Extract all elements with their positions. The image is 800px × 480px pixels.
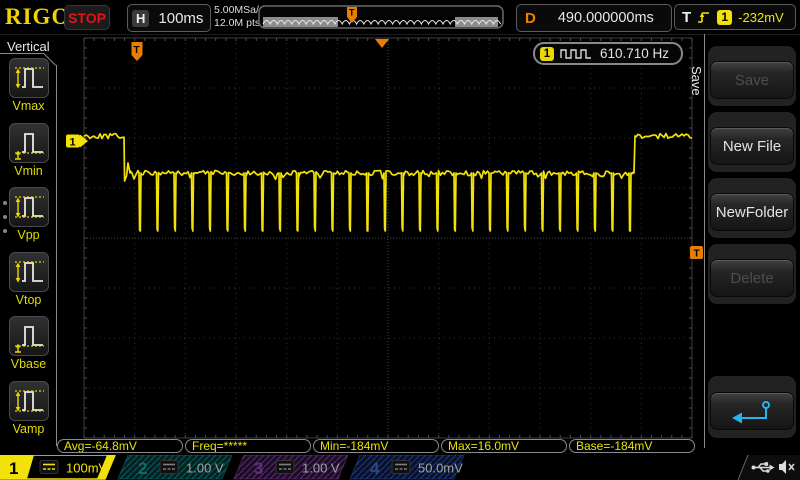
svg-text:1: 1: [70, 137, 76, 149]
measure-button-vpp[interactable]: [9, 187, 49, 227]
vbase-icon: [11, 318, 47, 354]
delete-button: Delete: [710, 259, 794, 297]
trigger-source-badge: 1: [717, 10, 732, 25]
vpp-icon: [11, 189, 47, 225]
menu-item-label: Vmax: [0, 99, 57, 113]
measurement-readout-3: Max=16.0mV: [441, 439, 567, 453]
horizontal-label: H: [132, 10, 149, 27]
delay-label: D: [525, 10, 536, 27]
new-file-button[interactable]: New File: [710, 127, 794, 165]
channel-number: 3: [254, 459, 263, 478]
freq-counter-source-badge: 1: [540, 47, 554, 61]
measurement-readout-2: Min=-184mV: [313, 439, 439, 453]
vtop-icon: [11, 254, 47, 290]
vmax-icon: [11, 60, 47, 96]
left-menu-item-vtop[interactable]: Vtop: [0, 252, 57, 307]
channel-scale: 1.00 V: [186, 461, 224, 476]
svg-text:T: T: [134, 45, 140, 56]
vmin-icon: [11, 125, 47, 161]
left-menu-item-vbase[interactable]: Vbase: [0, 316, 57, 371]
channel-status-bar: 1 100mV 2 1.00 V 3 1.00 V 4 50.0mV: [0, 455, 800, 480]
channel-number: 2: [138, 459, 147, 478]
freq-counter-value: 610.710 Hz: [600, 46, 669, 61]
channel-scale: 1.00 V: [302, 461, 340, 476]
memory-position-graphic: T: [258, 5, 504, 30]
return-arrow-icon: [728, 398, 776, 426]
delay-box[interactable]: D 490.000000ms: [516, 4, 672, 32]
memory-depth: 12.0M pts: [214, 17, 264, 30]
measurement-readout-1: Freq=*****: [185, 439, 311, 453]
left-menu-item-vpp[interactable]: Vpp: [0, 187, 57, 242]
channel-2-status[interactable]: 2 1.00 V: [118, 455, 232, 479]
trigger-box[interactable]: T 1 -232mV: [674, 4, 796, 30]
menu-item-label: Vamp: [0, 422, 57, 436]
right-menu-divider: [704, 34, 705, 448]
acquisition-info: 5.00MSa/s 12.0M pts: [214, 4, 264, 30]
channel-scale: 50.0mV: [418, 461, 463, 476]
trigger-position-triangle-icon[interactable]: [375, 39, 389, 48]
left-menu-item-vmin[interactable]: Vmin: [0, 123, 57, 178]
right-menu-tab: Save: [689, 66, 704, 96]
waveform-display: 1 T T: [0, 0, 800, 480]
left-menu-item-vamp[interactable]: Vamp: [0, 381, 57, 436]
measure-button-vamp[interactable]: [9, 381, 49, 421]
coupling-icon: [276, 461, 294, 474]
frequency-counter: 1 610.710 Hz: [533, 42, 683, 65]
measure-button-vbase[interactable]: [9, 316, 49, 356]
trigger-level-marker[interactable]: T: [690, 246, 703, 260]
channel-number: 4: [370, 459, 380, 478]
trigger-level-value: -232mV: [738, 10, 784, 25]
measurement-readouts: Avg=-64.8mVFreq=*****Min=-184mVMax=16.0m…: [57, 439, 695, 453]
square-wave-icon: [560, 48, 594, 60]
measure-button-vmin[interactable]: [9, 123, 49, 163]
measure-button-vmax[interactable]: [9, 58, 49, 98]
measurement-readout-4: Base=-184mV: [569, 439, 695, 453]
oscilloscope-screen: 1 T T RIGOL STOP H 100ms 5.00MSa/s 12.0M p…: [0, 0, 800, 480]
channel-4-status[interactable]: 4 50.0mV: [350, 455, 464, 479]
channel-3-status[interactable]: 3 1.00 V: [234, 455, 348, 479]
channel-1-status[interactable]: 1 100mV: [0, 455, 115, 479]
trigger-time-marker[interactable]: T: [132, 42, 143, 61]
coupling-icon: [40, 461, 58, 474]
svg-text:T: T: [349, 8, 355, 18]
menu-item-label: Vpp: [0, 228, 57, 242]
measure-button-vtop[interactable]: [9, 252, 49, 292]
vamp-icon: [11, 383, 47, 419]
menu-item-label: Vtop: [0, 293, 57, 307]
top-bar: RIGOL STOP H 100ms 5.00MSa/s 12.0M pts T…: [0, 0, 800, 35]
left-menu-tab-line: [0, 53, 44, 54]
svg-text:T: T: [694, 249, 700, 260]
menu-page-dots: [3, 201, 7, 243]
left-menu-item-vmax[interactable]: Vmax: [0, 58, 57, 113]
status-icons-panel: [738, 455, 800, 480]
timebase-value: 100ms: [158, 10, 203, 27]
coupling-icon: [392, 461, 410, 474]
save-button: Save: [710, 61, 794, 99]
trigger-label: T: [682, 9, 691, 26]
channel-number: 1: [9, 459, 18, 478]
delay-value: 490.000000ms: [558, 10, 654, 26]
memory-position-bar: T: [258, 5, 504, 30]
run-stop-status[interactable]: STOP: [64, 5, 110, 30]
menu-item-label: Vbase: [0, 357, 57, 371]
measurement-readout-0: Avg=-64.8mV: [57, 439, 183, 453]
horizontal-timebase-box[interactable]: H 100ms: [127, 4, 211, 32]
sample-rate: 5.00MSa/s: [214, 4, 264, 17]
menu-item-label: Vmin: [0, 164, 57, 178]
back-button[interactable]: [710, 392, 794, 430]
newfolder-button[interactable]: NewFolder: [710, 193, 794, 231]
coupling-icon: [160, 461, 178, 474]
channel-scale: 100mV: [66, 461, 108, 476]
left-menu-title: Vertical: [7, 39, 50, 54]
rising-edge-icon: [697, 9, 711, 25]
